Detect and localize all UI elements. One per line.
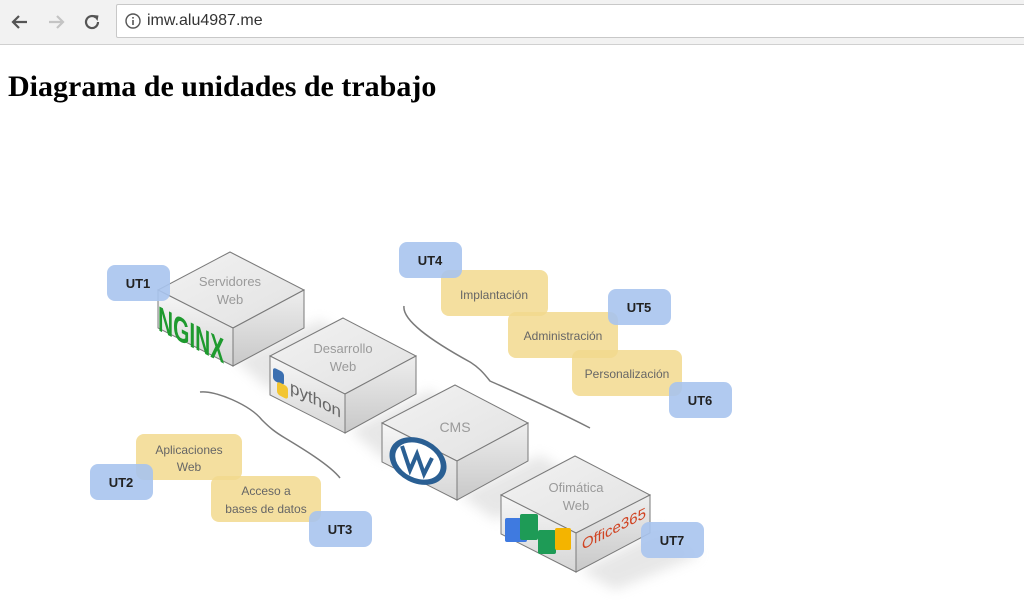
task-label: Implantación bbox=[460, 288, 528, 302]
browser-toolbar: imw.alu4987.me bbox=[0, 0, 1024, 45]
task-label: Personalización bbox=[585, 367, 670, 381]
task-label-line-1: Acceso a bbox=[241, 484, 291, 498]
box-desarrollo-web: Desarrollo Web python bbox=[268, 317, 418, 434]
forward-arrow-icon bbox=[49, 15, 65, 29]
box-label-line-1: CMS bbox=[439, 419, 470, 435]
unit-badge-ut5: UT5 bbox=[608, 289, 671, 325]
back-arrow-icon bbox=[11, 15, 27, 29]
unit-label: UT1 bbox=[126, 276, 151, 291]
brace-left bbox=[199, 391, 341, 479]
task-label-line-2: Web bbox=[177, 460, 202, 474]
box-label-line-2: Web bbox=[563, 498, 590, 513]
url-text: imw.alu4987.me bbox=[147, 12, 263, 29]
forward-button[interactable] bbox=[42, 8, 70, 36]
box-label-line-1: Servidores bbox=[199, 274, 262, 289]
task-acceso-bases-datos: Acceso a bases de datos bbox=[211, 476, 321, 522]
page-title: Diagrama de unidades de trabajo bbox=[8, 70, 437, 103]
address-bar[interactable]: imw.alu4987.me bbox=[116, 4, 1024, 38]
unit-label: UT4 bbox=[418, 253, 443, 268]
unit-badge-ut2: UT2 bbox=[90, 464, 153, 500]
unit-badge-ut7: UT7 bbox=[641, 522, 704, 558]
unit-label: UT3 bbox=[328, 522, 353, 537]
box-label-line-1: Desarrollo bbox=[313, 341, 372, 356]
task-label-line-2: bases de datos bbox=[225, 502, 306, 516]
python-logo-text: python bbox=[290, 377, 341, 422]
unit-badge-ut1: UT1 bbox=[107, 265, 170, 301]
unit-label: UT6 bbox=[688, 393, 713, 408]
google-docs-icons bbox=[505, 514, 571, 554]
unit-badge-ut3: UT3 bbox=[309, 511, 372, 547]
reload-icon bbox=[84, 14, 100, 30]
back-button[interactable] bbox=[6, 8, 34, 36]
box-ofimatica-web: Ofimática Web Office365 bbox=[499, 455, 652, 573]
task-implantacion: Implantación bbox=[441, 270, 548, 316]
python-logo-icon bbox=[273, 368, 288, 399]
reload-button[interactable] bbox=[78, 8, 106, 36]
task-administracion: Administración bbox=[508, 312, 618, 358]
box-label-line-2: Web bbox=[217, 292, 244, 307]
box-shadows bbox=[235, 320, 700, 590]
box-cms: CMS bbox=[380, 384, 530, 501]
unit-badge-ut6: UT6 bbox=[669, 382, 732, 418]
box-servidores-web: Servidores Web NGINX bbox=[156, 251, 306, 372]
unit-label: UT7 bbox=[660, 533, 685, 548]
task-personalizacion: Personalización bbox=[572, 350, 682, 396]
box-label-line-1: Ofimática bbox=[549, 480, 605, 495]
task-aplicaciones-web: Aplicaciones Web bbox=[136, 434, 242, 480]
unit-label: UT2 bbox=[109, 475, 134, 490]
wordpress-logo-icon bbox=[389, 437, 447, 485]
box-label-line-2: Web bbox=[330, 359, 357, 374]
office-logo: Office365 bbox=[582, 505, 646, 554]
info-icon[interactable] bbox=[125, 13, 141, 29]
nginx-logo: NGINX bbox=[158, 299, 224, 372]
brace-right bbox=[403, 305, 591, 429]
task-label-line-1: Aplicaciones bbox=[155, 443, 222, 457]
unit-badge-ut4: UT4 bbox=[399, 242, 462, 278]
unit-label: UT5 bbox=[627, 300, 652, 315]
task-label: Administración bbox=[524, 329, 603, 343]
